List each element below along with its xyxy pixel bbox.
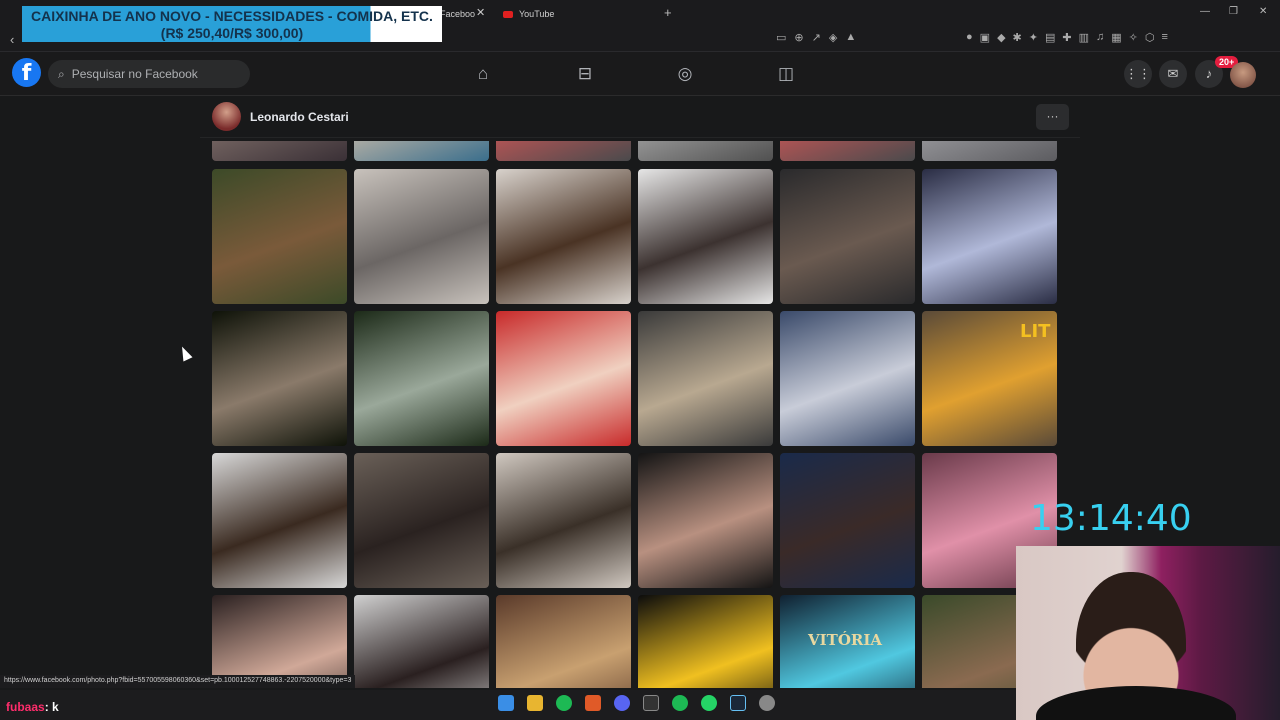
photo-men-lying[interactable]	[638, 169, 773, 304]
photo-lightning-car[interactable]	[496, 311, 631, 446]
photo-restaurant-table[interactable]	[354, 169, 489, 304]
whatsapp-icon[interactable]	[701, 695, 717, 711]
photo-partial-6[interactable]	[922, 141, 1057, 161]
extension-icon[interactable]: ✱	[1013, 31, 1022, 44]
search-icon: ⌕	[58, 66, 65, 81]
photo-tv-screen[interactable]	[922, 169, 1057, 304]
youtube-icon	[503, 10, 513, 18]
gaming-icon[interactable]: ◫	[776, 64, 796, 84]
photo-three-men-suits[interactable]	[780, 169, 915, 304]
spotify-icon[interactable]	[556, 695, 572, 711]
marketplace-icon[interactable]: ⊟	[575, 64, 595, 84]
photo-two-faces[interactable]	[496, 595, 631, 688]
minimize-button[interactable]: —	[1200, 6, 1210, 17]
new-tab-button[interactable]: +	[664, 5, 672, 20]
extension-icon[interactable]: ✦	[1029, 31, 1038, 44]
windows-start-icon[interactable]	[498, 695, 514, 711]
discord-icon[interactable]	[614, 695, 630, 711]
terminal-icon[interactable]	[643, 695, 659, 711]
ai-icon[interactable]: ✧	[1129, 31, 1138, 44]
photo-three-kids[interactable]	[496, 169, 631, 304]
facebook-header: f ⌕ Pesquisar no Facebook ⌂ ⊟ ◎ ◫ ⋮⋮ ✉ ♪	[0, 52, 1280, 96]
messenger-icon[interactable]: ✉	[1159, 60, 1187, 88]
menu-grid-icon[interactable]: ⋮⋮	[1124, 60, 1152, 88]
puzzle-icon[interactable]: ✚	[1062, 31, 1071, 44]
profile-name[interactable]: Leonardo Cestari	[250, 110, 349, 124]
photo-moon-castle[interactable]	[780, 311, 915, 446]
wallet-icon[interactable]: ▦	[1111, 31, 1121, 44]
steam-icon[interactable]	[730, 695, 746, 711]
close-window-button[interactable]: ✕	[1259, 6, 1267, 17]
rewards-icon[interactable]: ▲	[845, 31, 856, 44]
menu-icon[interactable]: ≡	[1161, 31, 1167, 44]
screenshot-icon[interactable]: ▭	[776, 31, 786, 44]
share-icon[interactable]: ↗	[812, 31, 821, 44]
close-tab-icon[interactable]: ✕	[476, 6, 485, 19]
more-options-button[interactable]: ···	[1036, 104, 1069, 130]
toolbar-icons: ▭ ⊕ ↗ ◈ ▲	[776, 31, 856, 44]
account-avatar[interactable]	[1230, 62, 1256, 88]
spotify-icon[interactable]	[672, 695, 688, 711]
stream-chat-message: fubaas: k	[6, 700, 59, 714]
photo-partial-2[interactable]	[354, 141, 489, 161]
search-input[interactable]: ⌕ Pesquisar no Facebook	[48, 60, 250, 88]
photo-lit-label: LIT	[1020, 321, 1051, 342]
photo-partial-4[interactable]	[638, 141, 773, 161]
vpn-icon[interactable]: ⬡	[1145, 31, 1155, 44]
photo-video-screenshot[interactable]	[638, 311, 773, 446]
sidebar-icon[interactable]: ▥	[1079, 31, 1089, 44]
photo-tv-game[interactable]	[638, 453, 773, 588]
donation-progress: (R$ 250,40/R$ 300,00)	[160, 25, 304, 41]
back-arrow-icon[interactable]: ‹	[10, 32, 14, 47]
extension-icon[interactable]: ▤	[1045, 31, 1055, 44]
photo-two-friends-smile[interactable]	[496, 453, 631, 588]
photo-beer-selfie[interactable]	[212, 453, 347, 588]
extension-icon[interactable]: ▣	[980, 31, 990, 44]
photo-man-close[interactable]	[354, 595, 489, 688]
photo-night-friends[interactable]	[212, 311, 347, 446]
search-placeholder: Pesquisar no Facebook	[71, 67, 198, 81]
photo-sunflower[interactable]	[638, 595, 773, 688]
brave-browser-icon[interactable]	[585, 695, 601, 711]
tab-facebook[interactable]: Faceboo	[440, 4, 475, 24]
tab-label: Faceboo	[440, 9, 476, 19]
home-icon[interactable]: ⌂	[473, 64, 493, 84]
profile-avatar[interactable]	[212, 102, 241, 131]
zoom-icon[interactable]: ⊕	[794, 31, 803, 44]
streamer-shoulders	[1036, 686, 1236, 720]
stream-timer: 13:14:40	[1030, 498, 1192, 539]
taskbar-icons	[498, 695, 775, 711]
settings-icon[interactable]	[759, 695, 775, 711]
webcam-overlay	[1016, 546, 1280, 720]
photo-wine-glass[interactable]	[354, 311, 489, 446]
photo-two-guys-selfie[interactable]	[354, 453, 489, 588]
photo-child-fountain[interactable]	[212, 169, 347, 304]
tab-youtube[interactable]: YouTube	[503, 4, 554, 24]
photo-couple-selfie[interactable]	[780, 453, 915, 588]
status-bar-url: https://www.facebook.com/photo.php?fbid=…	[0, 675, 356, 688]
photo-partial-5[interactable]	[780, 141, 915, 161]
file-explorer-icon[interactable]	[527, 695, 543, 711]
donation-goal-banner: CAIXINHA DE ANO NOVO - NECESSIDADES - CO…	[22, 6, 442, 42]
shield-icon[interactable]: ◈	[829, 31, 837, 44]
chat-username: fubaas	[6, 700, 45, 714]
photo-grid: LIT VITÓRIA	[212, 141, 1058, 688]
maximize-button[interactable]: ❐	[1229, 6, 1238, 17]
extension-icons: ● ▣ ◆ ✱ ✦ ▤ ✚ ▥ ♫ ▦ ✧ ⬡ ≡	[966, 31, 1168, 44]
extension-icon[interactable]: ◆	[997, 31, 1005, 44]
mouse-cursor	[177, 344, 193, 362]
tab-label: YouTube	[519, 9, 555, 19]
extension-icon[interactable]: ●	[966, 31, 973, 44]
music-icon[interactable]: ♫	[1096, 31, 1104, 44]
facebook-logo-icon[interactable]: f	[12, 58, 41, 87]
groups-icon[interactable]: ◎	[675, 64, 695, 84]
chat-text: : k	[44, 700, 59, 714]
photo-partial-3[interactable]	[496, 141, 631, 161]
photo-vitoria-label: VITÓRIA	[808, 631, 883, 649]
photo-partial-1[interactable]	[212, 141, 347, 161]
donation-title: CAIXINHA DE ANO NOVO - NECESSIDADES - CO…	[31, 8, 433, 24]
profile-header: Leonardo Cestari ···	[200, 96, 1080, 138]
